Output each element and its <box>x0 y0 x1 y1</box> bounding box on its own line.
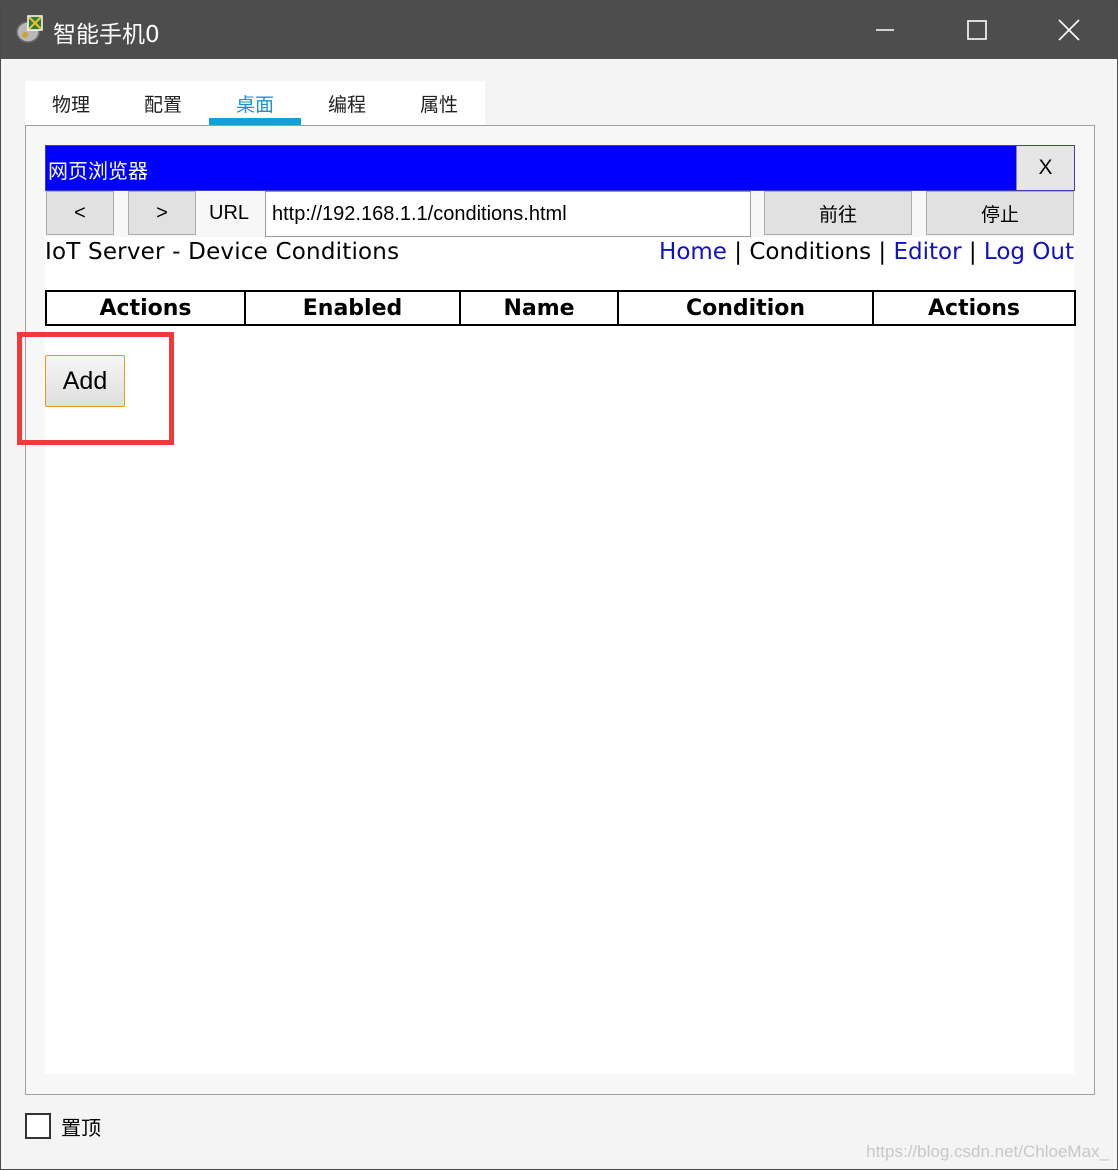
page-title: IoT Server - Device Conditions <box>45 239 400 265</box>
column-header-actions-2: Actions <box>872 290 1076 326</box>
conditions-table: Actions Enabled Name Condition Actions <box>45 290 1076 326</box>
minimize-icon <box>876 29 894 31</box>
close-icon <box>1058 19 1080 41</box>
nav-link-editor[interactable]: Editor <box>893 239 961 265</box>
watermark-text: https://blog.csdn.net/ChloeMax_ <box>866 1142 1109 1161</box>
annotation-highlight-box <box>17 332 174 445</box>
tab-desktop[interactable]: 桌面 <box>209 81 301 125</box>
column-header-name: Name <box>459 290 619 326</box>
maximize-button[interactable] <box>931 1 1023 59</box>
web-browser-title: 网页浏览器 <box>48 159 148 183</box>
column-header-condition: Condition <box>617 290 874 326</box>
close-window-button[interactable] <box>1023 1 1115 59</box>
nav-separator: | <box>871 239 894 265</box>
column-header-actions: Actions <box>45 290 246 326</box>
web-browser-titlebar: 网页浏览器 X <box>45 145 1075 191</box>
url-input[interactable] <box>265 191 751 237</box>
minimize-button[interactable] <box>839 1 931 59</box>
nav-separator: | <box>726 239 750 265</box>
pin-on-top-label: 置顶 <box>61 1116 101 1140</box>
nav-current-conditions: Conditions <box>749 239 872 265</box>
app-window: 智能手机0 物理 配置 桌面 编程 属性 网页浏览器 X < > URL htt… <box>0 0 1118 1170</box>
nav-separator: | <box>961 239 984 265</box>
window-title: 智能手机0 <box>53 22 160 48</box>
web-page-content: IoT Server - Device Conditions Home | Co… <box>45 237 1076 1074</box>
nav-link-logout[interactable]: Log Out <box>984 239 1074 265</box>
tab-physical[interactable]: 物理 <box>25 81 117 125</box>
table-header-row: Actions Enabled Name Condition Actions <box>45 290 1076 326</box>
forward-button[interactable]: > <box>128 191 196 235</box>
page-nav: Home | Conditions | Editor | Log Out <box>659 239 1074 265</box>
tab-attributes[interactable]: 属性 <box>393 81 485 125</box>
maximize-icon <box>967 20 987 40</box>
pin-on-top-checkbox[interactable] <box>25 1113 51 1139</box>
tab-bar: 物理 配置 桌面 编程 属性 <box>25 81 485 125</box>
url-label: URL <box>209 202 250 224</box>
device-app-icon <box>16 15 43 43</box>
column-header-enabled: Enabled <box>244 290 461 326</box>
go-button[interactable]: 前往 <box>764 191 912 235</box>
back-button[interactable]: < <box>46 191 114 235</box>
title-bar: 智能手机0 <box>1 1 1117 59</box>
tab-programming[interactable]: 编程 <box>301 81 393 125</box>
stop-button[interactable]: 停止 <box>926 191 1074 235</box>
browser-close-button[interactable]: X <box>1016 146 1074 190</box>
tab-config[interactable]: 配置 <box>117 81 209 125</box>
nav-link-home[interactable]: Home <box>659 239 727 265</box>
